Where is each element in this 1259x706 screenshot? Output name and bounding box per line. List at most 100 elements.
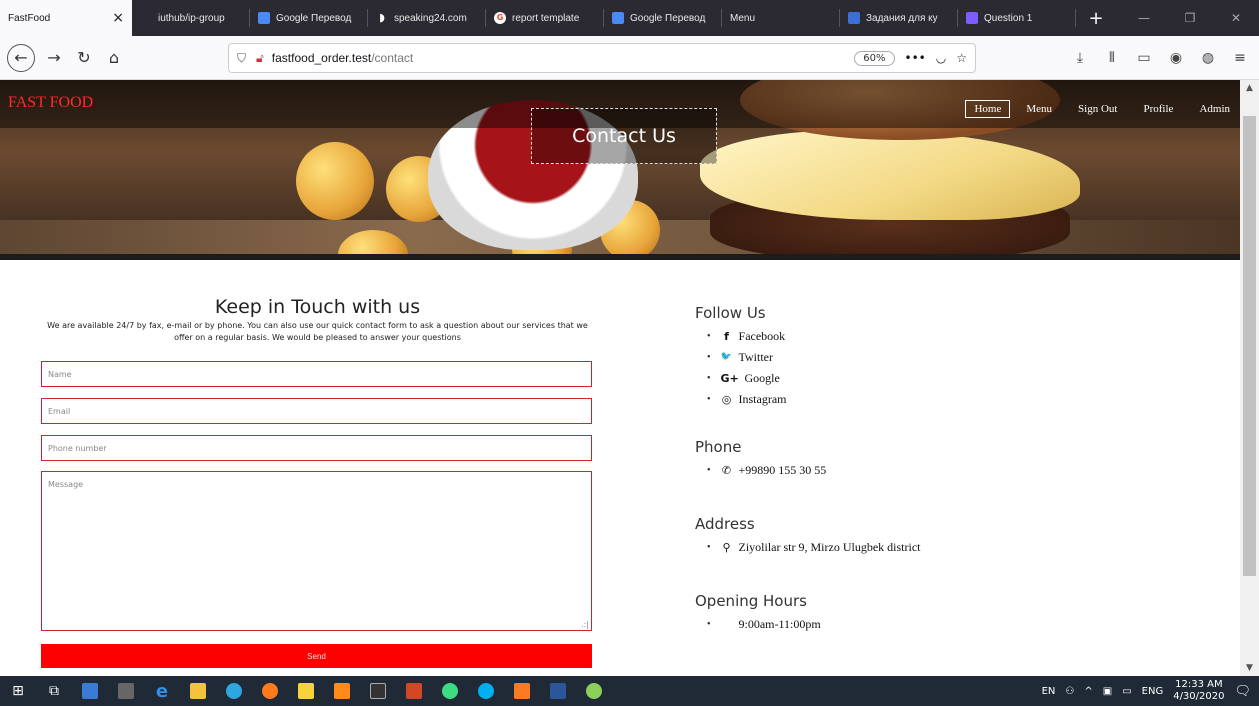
nav-home-link[interactable]: Home <box>965 100 1011 118</box>
browser-nav-bar: ← → ↻ ⌂ ⛉ 🔓︎ fastfood_order.test/contact… <box>0 36 1259 80</box>
name-input[interactable]: Name <box>41 361 592 387</box>
nav-admin-link[interactable]: Admin <box>1189 101 1240 117</box>
word-icon[interactable] <box>540 676 576 706</box>
page-scrollbar[interactable]: ▲ ▼ <box>1240 80 1259 676</box>
sticky-notes-icon[interactable] <box>288 676 324 706</box>
close-tab-icon[interactable]: × <box>112 11 124 25</box>
nav-profile-link[interactable]: Profile <box>1133 101 1183 117</box>
keyboard-language[interactable]: ENG <box>1142 686 1164 697</box>
tab-fastfood[interactable]: FastFood × <box>0 0 132 36</box>
shield-icon[interactable]: ⛉ <box>237 51 246 66</box>
nav-signout-link[interactable]: Sign Out <box>1068 101 1127 117</box>
tab-label: iuthub/ip-group <box>158 12 225 24</box>
close-window-icon[interactable]: ✕ <box>1213 0 1259 36</box>
calculator-icon[interactable] <box>108 676 144 706</box>
message-placeholder: Message <box>48 480 84 489</box>
battery-icon[interactable]: ▭ <box>1122 686 1131 697</box>
network-icon[interactable]: ▣ <box>1103 686 1112 697</box>
social-google[interactable]: G+ Google <box>707 368 1095 389</box>
task-view-icon[interactable]: ⧉ <box>36 676 72 706</box>
resize-handle-icon[interactable]: .:| <box>581 620 589 629</box>
phone-item: ✆ +99890 155 30 55 <box>707 460 1095 481</box>
input-language[interactable]: EN <box>1042 686 1056 697</box>
scrollbar-thumb[interactable] <box>1243 116 1256 576</box>
social-twitter[interactable]: 🐦 Twitter <box>707 347 1095 368</box>
clock-time: 12:33 AM <box>1175 679 1223 690</box>
social-instagram[interactable]: ◎ Instagram <box>707 389 1095 410</box>
terminal-icon[interactable] <box>360 676 396 706</box>
question-icon <box>966 12 978 24</box>
account-icon[interactable]: ◉ <box>1163 44 1189 72</box>
scroll-up-icon[interactable]: ▲ <box>1240 80 1259 96</box>
speaking-icon: ◗ <box>379 11 385 24</box>
clock-date: 4/30/2020 <box>1173 691 1225 702</box>
twitter-icon: 🐦 <box>720 352 733 362</box>
send-button[interactable]: Send <box>41 644 592 668</box>
phone-input[interactable]: Phone number <box>41 435 592 461</box>
tab-google-translate[interactable]: Google Перевод <box>250 0 368 36</box>
library-icon[interactable]: ⫴ <box>1099 44 1125 72</box>
skype-icon[interactable] <box>468 676 504 706</box>
nav-menu-link[interactable]: Menu <box>1016 101 1062 117</box>
url-host: fastfood_order.test <box>271 51 372 65</box>
phone-list: ✆ +99890 155 30 55 <box>707 460 1095 481</box>
tray-chevron-icon[interactable]: ^ <box>1084 686 1092 697</box>
social-label: Twitter <box>738 350 773 364</box>
social-facebook[interactable]: f Facebook <box>707 326 1095 347</box>
food-ball <box>296 142 374 220</box>
url-path: /contact <box>371 51 414 65</box>
insecure-lock-icon[interactable]: 🔓︎ <box>256 51 264 66</box>
extension-icon[interactable]: ◍ <box>1195 44 1221 72</box>
home-button[interactable]: ⌂ <box>99 43 129 73</box>
tab-report-template[interactable]: G report template <box>486 0 604 36</box>
paint-icon[interactable] <box>576 676 612 706</box>
tab-label: Google Перевод <box>276 12 352 24</box>
xampp-icon[interactable] <box>504 676 540 706</box>
people-icon[interactable]: ⚇ <box>1065 686 1074 697</box>
site-brand-logo[interactable]: FAST FOOD <box>8 94 93 112</box>
zoom-level[interactable]: 60% <box>854 50 895 66</box>
tab-question[interactable]: Question 1 <box>958 0 1076 36</box>
tab-tasks[interactable]: Задания для ку <box>840 0 958 36</box>
message-textarea[interactable]: Message .:| <box>41 471 592 631</box>
save-app-icon[interactable] <box>72 676 108 706</box>
powerpoint-icon[interactable] <box>396 676 432 706</box>
firefox-icon[interactable] <box>252 676 288 706</box>
android-studio-icon[interactable] <box>432 676 468 706</box>
tab-google-translate-2[interactable]: Google Перевод <box>604 0 722 36</box>
follow-us-title: Follow Us <box>695 304 766 322</box>
page-actions-icon[interactable]: ••• <box>905 51 926 65</box>
sublime-icon[interactable] <box>324 676 360 706</box>
sidebar-icon[interactable]: ▭ <box>1131 44 1157 72</box>
bookmark-star-icon[interactable]: ☆ <box>956 51 967 65</box>
tab-label: report template <box>512 12 580 24</box>
menu-icon[interactable]: ≡ <box>1227 44 1253 72</box>
forward-button[interactable]: → <box>39 43 69 73</box>
notifications-icon[interactable]: 🗨︎ <box>1234 684 1251 699</box>
minimize-icon[interactable]: — <box>1121 0 1167 36</box>
maximize-icon[interactable]: ❐ <box>1167 0 1213 36</box>
address-list: ⚲ Ziyolilar str 9, Mirzo Ulugbek district <box>707 537 1095 558</box>
telegram-icon[interactable] <box>216 676 252 706</box>
pocket-icon[interactable]: ◡ <box>936 51 946 65</box>
tab-label: speaking24.com <box>394 12 467 24</box>
back-button[interactable]: ← <box>7 43 35 72</box>
download-icon[interactable]: ⤓ <box>1067 44 1093 72</box>
edge-icon[interactable]: e <box>144 676 180 706</box>
windows-start-icon[interactable]: ⊞ <box>0 676 36 706</box>
tab-iuthub[interactable]: iuthub/ip-group <box>132 0 250 36</box>
clock[interactable]: 12:33 AM 4/30/2020 <box>1173 679 1224 703</box>
new-tab-button[interactable]: + <box>1076 0 1116 36</box>
browser-toolbar: ⤓ ⫴ ▭ ◉ ◍ ≡ <box>1067 44 1253 72</box>
instagram-icon: ◎ <box>721 393 732 406</box>
reload-button[interactable]: ↻ <box>69 43 99 73</box>
tab-menu[interactable]: Menu <box>722 0 840 36</box>
email-input[interactable]: Email <box>41 398 592 424</box>
google-icon: G <box>494 12 506 24</box>
file-explorer-icon[interactable] <box>180 676 216 706</box>
tab-speaking24[interactable]: ◗ speaking24.com <box>368 0 486 36</box>
phone-icon: ✆ <box>721 464 732 477</box>
url-bar[interactable]: ⛉ 🔓︎ fastfood_order.test/contact 60% •••… <box>228 43 976 73</box>
tab-label: Задания для ку <box>866 12 938 24</box>
scroll-down-icon[interactable]: ▼ <box>1240 660 1259 676</box>
